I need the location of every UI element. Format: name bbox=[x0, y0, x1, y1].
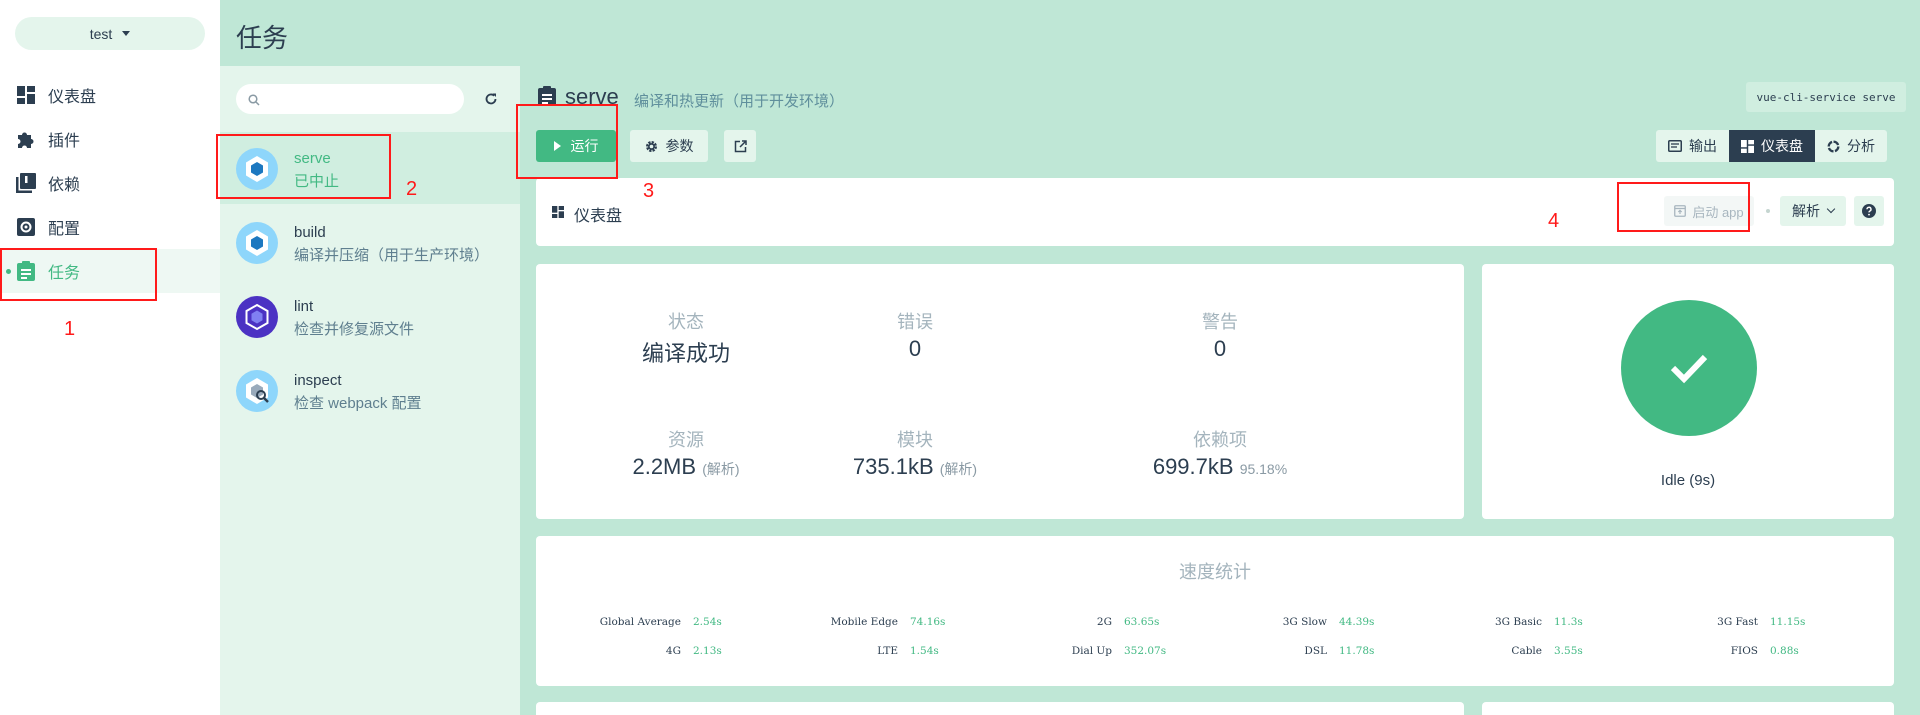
task-item-inspect[interactable]: inspect 检查 webpack 配置 bbox=[220, 354, 520, 426]
separator-dot bbox=[1766, 209, 1770, 213]
task-description: 检查并修复源文件 bbox=[294, 321, 415, 338]
status-text: Idle (9s) bbox=[1660, 472, 1716, 489]
library-icon bbox=[16, 173, 36, 193]
task-name: build bbox=[294, 224, 326, 241]
nav-item-plugins[interactable]: 插件 bbox=[0, 117, 220, 161]
annotation-box bbox=[0, 248, 157, 301]
stat-value: 735.1kB (解析) bbox=[852, 454, 978, 479]
tab-dashboard[interactable]: 仪表盘 bbox=[1729, 130, 1815, 162]
top-header: 任务 bbox=[220, 0, 1920, 66]
left-nav: test 仪表盘 插件 依赖 配置 任务 bbox=[0, 0, 220, 715]
task-name: lint bbox=[294, 298, 314, 315]
tab-analyze[interactable]: 分析 bbox=[1815, 130, 1887, 162]
status-card: Idle (9s) bbox=[1482, 264, 1894, 519]
nav-label: 依赖 bbox=[48, 177, 81, 194]
gear-icon bbox=[645, 140, 658, 153]
help-button[interactable] bbox=[1854, 196, 1884, 226]
search-icon bbox=[248, 93, 260, 111]
tab-label: 分析 bbox=[1847, 138, 1875, 154]
task-subtitle: 编译和热更新（用于开发环境） bbox=[634, 93, 845, 110]
build-stats-card: 状态 编译成功 错误 0 警告 0 资源 2.2MB (解析) 模块 735.1… bbox=[536, 264, 1464, 519]
nav-label: 插件 bbox=[48, 133, 81, 150]
tab-output[interactable]: 输出 bbox=[1656, 130, 1729, 162]
params-label: 参数 bbox=[665, 138, 694, 154]
status-indicator bbox=[1621, 300, 1757, 436]
nav-item-config[interactable]: 配置 bbox=[0, 205, 220, 249]
checkmark-icon bbox=[1670, 354, 1708, 384]
annotation-box bbox=[1617, 182, 1750, 232]
stat-label: 错误 bbox=[897, 312, 933, 332]
open-external-button[interactable] bbox=[724, 130, 756, 162]
annotation-number: 4 bbox=[1548, 210, 1560, 232]
annotation-box bbox=[516, 104, 618, 179]
task-item-lint[interactable]: lint 检查并修复源文件 bbox=[220, 280, 520, 352]
webpack-icon bbox=[236, 222, 278, 264]
project-name: test bbox=[89, 25, 113, 42]
external-link-icon bbox=[734, 139, 747, 152]
stat-value: 699.7kB 95.18% bbox=[1152, 454, 1288, 479]
stat-label: 依赖项 bbox=[1193, 430, 1247, 450]
tab-label: 仪表盘 bbox=[1761, 138, 1803, 154]
search-input[interactable] bbox=[236, 84, 464, 114]
annotation-box bbox=[216, 134, 391, 199]
webpack-inspect-icon bbox=[236, 370, 278, 412]
page-title: 任务 bbox=[236, 23, 289, 53]
refresh-icon bbox=[485, 93, 497, 105]
view-tabs: 输出 仪表盘 分析 bbox=[1656, 130, 1887, 162]
analyze-dropdown[interactable]: 解析 bbox=[1780, 196, 1846, 226]
nav-item-dashboard[interactable]: 仪表盘 bbox=[0, 73, 220, 117]
stat-warnings: 警告 0 bbox=[1070, 308, 1370, 362]
analyze-label: 解析 bbox=[1792, 203, 1820, 219]
task-item-build[interactable]: build 编译并压缩（用于生产环境） bbox=[220, 206, 520, 278]
nav-label: 仪表盘 bbox=[48, 89, 97, 106]
command-badge: vue-cli-service serve bbox=[1746, 82, 1906, 112]
annotation-number: 1 bbox=[64, 318, 76, 340]
stat-modules: 模块 735.1kB (解析) bbox=[765, 426, 1065, 480]
project-selector[interactable]: test bbox=[15, 17, 205, 50]
annotation-number: 3 bbox=[643, 180, 655, 202]
stat-errors: 错误 0 bbox=[765, 308, 1065, 362]
task-description: 检查 webpack 配置 bbox=[294, 395, 422, 412]
eslint-icon bbox=[236, 296, 278, 338]
task-description: 编译并压缩（用于生产环境） bbox=[294, 247, 490, 264]
stat-value: 0 bbox=[908, 336, 922, 361]
puzzle-icon bbox=[16, 129, 36, 149]
bottom-card bbox=[536, 702, 1464, 715]
dashboard-icon bbox=[552, 205, 564, 223]
dashboard-title: 仪表盘 bbox=[574, 208, 623, 225]
task-detail-panel: serve 编译和热更新（用于开发环境） vue-cli-service ser… bbox=[520, 66, 1920, 715]
dashboard-icon bbox=[1741, 139, 1754, 153]
bottom-card bbox=[1482, 702, 1894, 715]
help-icon bbox=[1862, 204, 1876, 218]
chevron-down-icon bbox=[1826, 204, 1836, 214]
annotation-number: 2 bbox=[406, 178, 418, 200]
task-name: inspect bbox=[294, 372, 342, 389]
speed-row: 4G 2.13s LTE 1.54s Dial Up 352.07s DSL 11.78… bbox=[665, 645, 1799, 657]
caret-down-icon bbox=[122, 31, 131, 36]
stat-label: 警告 bbox=[1202, 312, 1238, 332]
nav-item-dependencies[interactable]: 依赖 bbox=[0, 161, 220, 205]
terminal-icon bbox=[1668, 140, 1682, 152]
stat-label: 模块 bbox=[897, 430, 933, 450]
dashboard-icon bbox=[16, 85, 36, 105]
refresh-button[interactable] bbox=[480, 88, 502, 110]
speed-title: 速度统计 bbox=[1179, 562, 1251, 582]
stat-value: 0 bbox=[1213, 336, 1227, 361]
stat-dependencies: 依赖项 699.7kB 95.18% bbox=[1070, 426, 1370, 480]
speed-row: Global Average 2.54s Mobile Edge 74.16s 2G… bbox=[599, 616, 1806, 628]
params-button[interactable]: 参数 bbox=[630, 130, 708, 162]
speed-stats-card: 速度统计 Global Average 2.54s Mobile Edge 74.1… bbox=[536, 536, 1894, 686]
tab-label: 输出 bbox=[1689, 138, 1717, 154]
settings-icon bbox=[16, 217, 36, 237]
donut-icon bbox=[1827, 139, 1840, 153]
nav-label: 配置 bbox=[48, 221, 81, 238]
